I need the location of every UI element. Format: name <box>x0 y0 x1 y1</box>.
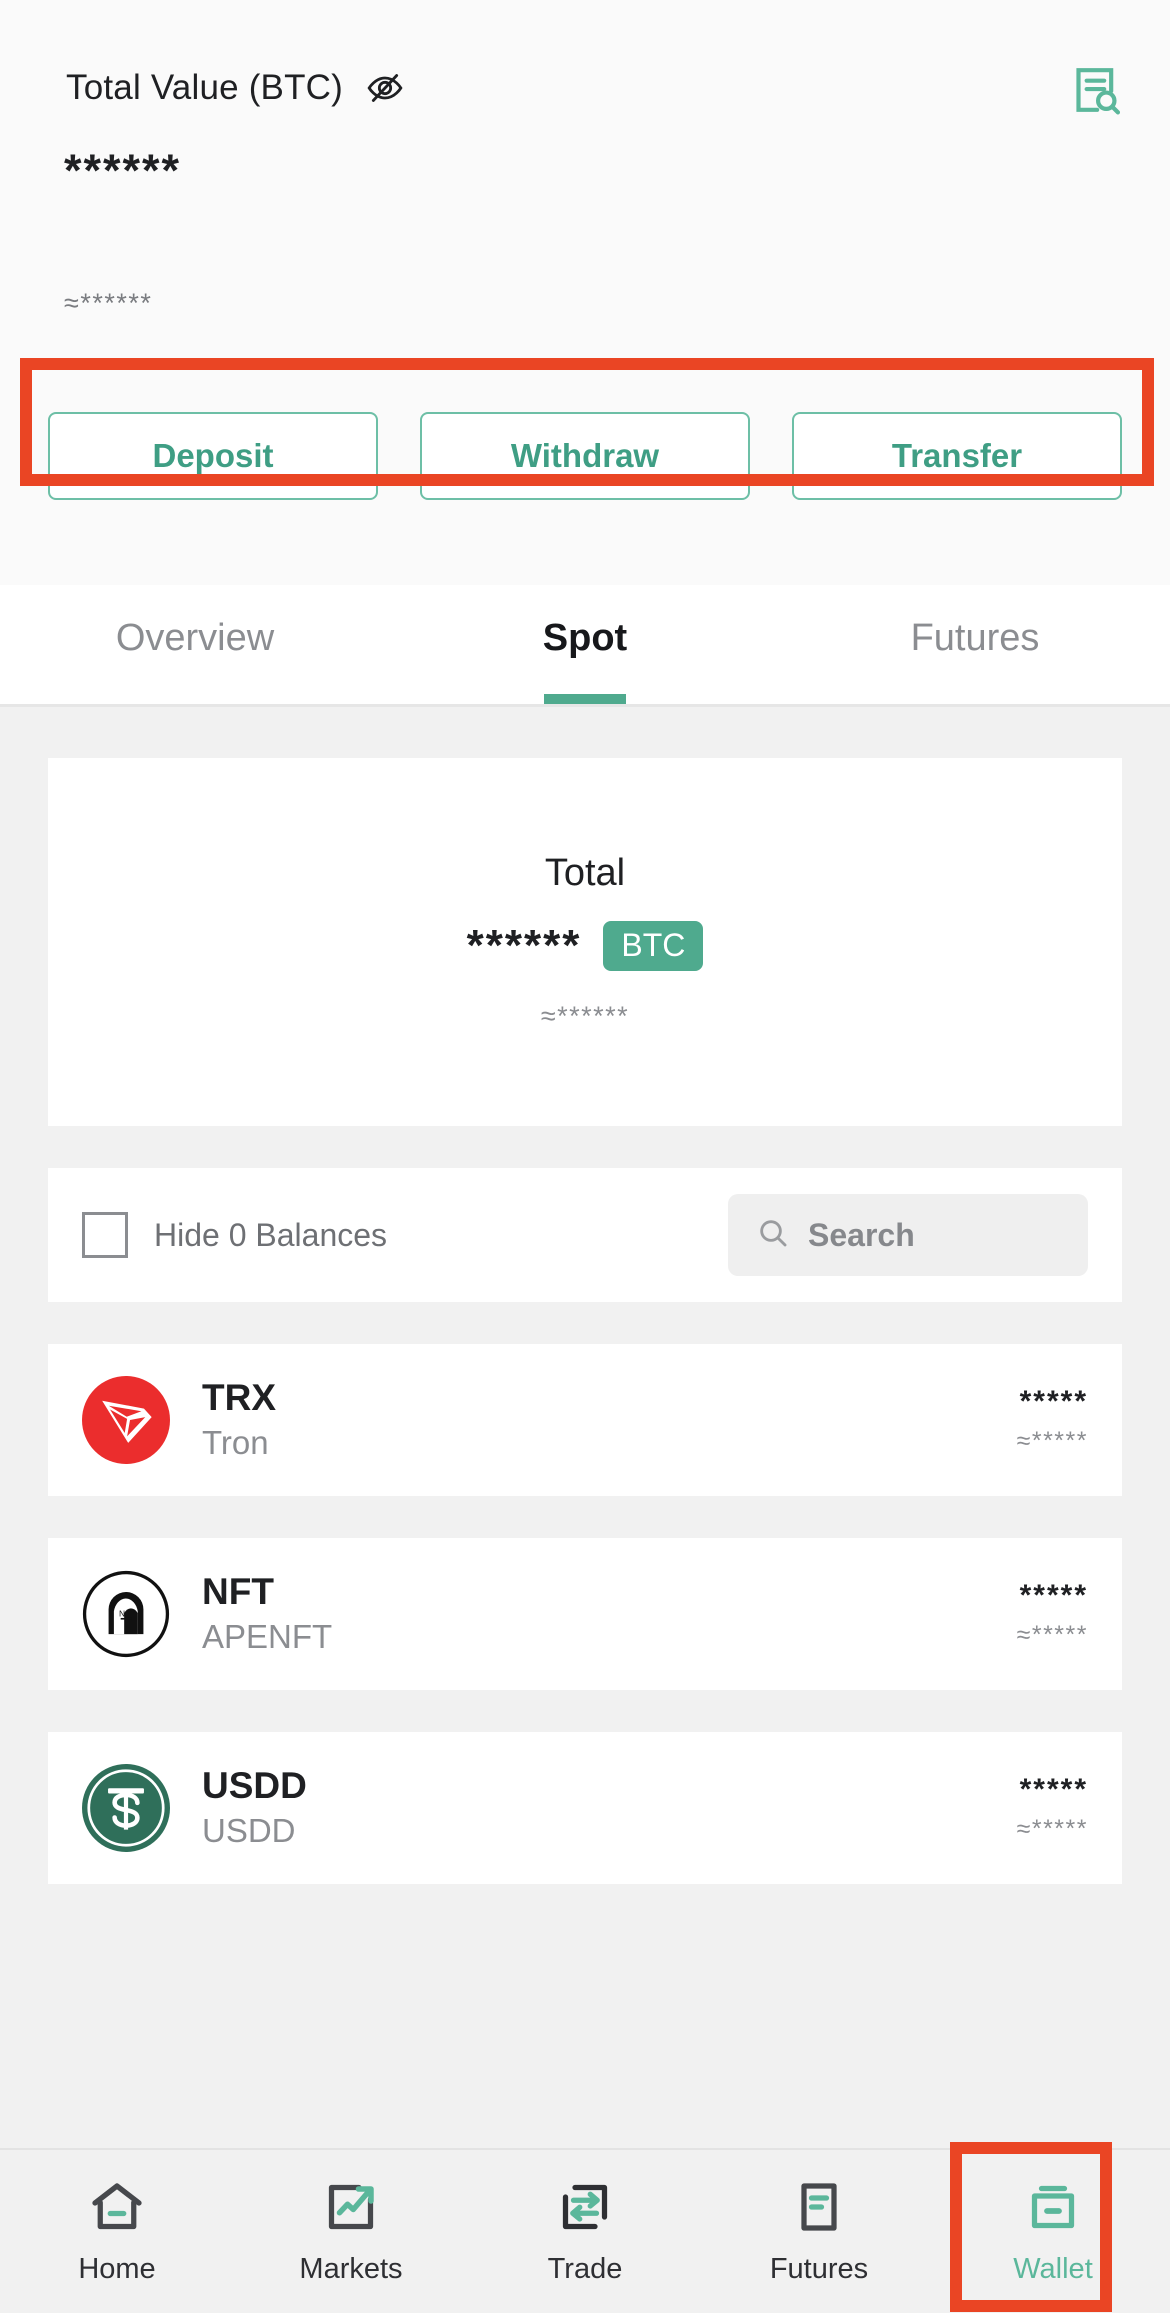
usdd-logo-icon <box>82 1764 170 1852</box>
nav-label-wallet: Wallet <box>1013 2253 1093 2285</box>
spot-content: Total ****** BTC ≈****** Hide 0 Balances <box>0 708 1170 2313</box>
asset-value-block: ***** ≈***** <box>1016 1578 1088 1649</box>
asset-fullname: Tron <box>202 1424 269 1462</box>
swap-arrows-icon <box>555 2177 615 2237</box>
total-card-amount: ****** <box>466 921 582 970</box>
tab-spot[interactable]: Spot <box>390 585 780 704</box>
asset-amount: ***** <box>1019 1384 1088 1418</box>
nav-item-trade[interactable]: Trade <box>468 2150 702 2313</box>
transaction-history-icon[interactable] <box>1068 62 1124 118</box>
masked-fiat-balance: ≈****** <box>64 288 153 318</box>
asset-row-usdd[interactable]: USDD USDD ***** ≈***** <box>48 1732 1122 1884</box>
asset-value-block: ***** ≈***** <box>1016 1772 1088 1843</box>
nav-item-markets[interactable]: Markets <box>234 2150 468 2313</box>
asset-row-trx[interactable]: TRX Tron ***** ≈***** <box>48 1344 1122 1496</box>
search-placeholder: Search <box>808 1216 915 1253</box>
eye-off-icon[interactable] <box>365 68 405 108</box>
bottom-navigation: Home Markets Trade Futures Wallet <box>0 2148 1170 2313</box>
tab-futures-label: Futures <box>910 617 1040 659</box>
total-value-label: Total Value (BTC) <box>66 68 344 107</box>
nav-label-futures: Futures <box>769 2253 869 2285</box>
currency-badge[interactable]: BTC <box>603 921 704 971</box>
nav-label-trade: Trade <box>547 2253 623 2285</box>
total-value-row: Total Value (BTC) <box>66 68 405 108</box>
total-card-title: Total <box>544 852 626 894</box>
transfer-button[interactable]: Transfer <box>792 412 1122 500</box>
asset-row-nft[interactable]: N NFT APENFT ***** ≈***** <box>48 1538 1122 1690</box>
asset-name-block: NFT APENFT <box>202 1571 333 1656</box>
total-card-value-row: ****** BTC <box>467 921 704 971</box>
asset-symbol: NFT <box>202 1571 274 1613</box>
nav-label-markets: Markets <box>299 2253 403 2285</box>
chart-up-icon <box>321 2177 381 2237</box>
tab-futures[interactable]: Futures <box>780 585 1170 704</box>
asset-symbol: USDD <box>202 1765 307 1807</box>
asset-value-block: ***** ≈***** <box>1016 1384 1088 1455</box>
hide-zero-label: Hide 0 Balances <box>154 1216 388 1253</box>
svg-text:N: N <box>119 1609 125 1619</box>
asset-symbol: TRX <box>202 1377 276 1419</box>
wallet-actions: Deposit Withdraw Transfer <box>48 412 1122 500</box>
deposit-button[interactable]: Deposit <box>48 412 378 500</box>
asset-name-block: TRX Tron <box>202 1377 276 1462</box>
total-card-fiat: ≈****** <box>540 1001 630 1031</box>
asset-fiat-value: ≈***** <box>1016 1426 1088 1455</box>
hide-zero-checkbox[interactable] <box>82 1212 128 1258</box>
wallet-icon <box>1023 2177 1083 2237</box>
nav-item-wallet[interactable]: Wallet <box>936 2150 1170 2313</box>
document-lines-icon <box>789 2177 849 2237</box>
search-input[interactable]: Search <box>728 1194 1088 1276</box>
home-icon <box>87 2177 147 2237</box>
balance-header: Total Value (BTC) ****** ≈****** Deposit… <box>0 0 1170 590</box>
tron-logo-icon <box>82 1376 170 1464</box>
nav-item-futures[interactable]: Futures <box>702 2150 936 2313</box>
asset-filter-bar: Hide 0 Balances Search <box>48 1168 1122 1302</box>
asset-fiat-value: ≈***** <box>1016 1620 1088 1649</box>
wallet-tabs: Overview Spot Futures <box>0 585 1170 707</box>
nav-item-home[interactable]: Home <box>0 2150 234 2313</box>
tab-overview-label: Overview <box>115 617 275 659</box>
asset-amount: ***** <box>1019 1578 1088 1612</box>
asset-fullname: USDD <box>202 1812 296 1850</box>
wallet-screen: Total Value (BTC) ****** ≈****** Deposit… <box>0 0 1170 2313</box>
asset-amount: ***** <box>1019 1772 1088 1806</box>
masked-total-balance: ****** <box>64 145 182 196</box>
withdraw-button[interactable]: Withdraw <box>420 412 750 500</box>
asset-fiat-value: ≈***** <box>1016 1814 1088 1843</box>
asset-name-block: USDD USDD <box>202 1765 307 1850</box>
total-balance-card: Total ****** BTC ≈****** <box>48 758 1122 1126</box>
asset-fullname: APENFT <box>202 1618 333 1656</box>
tab-spot-label: Spot <box>542 617 628 659</box>
search-icon <box>756 1216 790 1255</box>
apenft-logo-icon: N <box>82 1570 170 1658</box>
nav-label-home: Home <box>78 2253 156 2285</box>
hide-zero-balances-toggle[interactable]: Hide 0 Balances <box>82 1212 387 1258</box>
tab-overview[interactable]: Overview <box>0 585 390 704</box>
